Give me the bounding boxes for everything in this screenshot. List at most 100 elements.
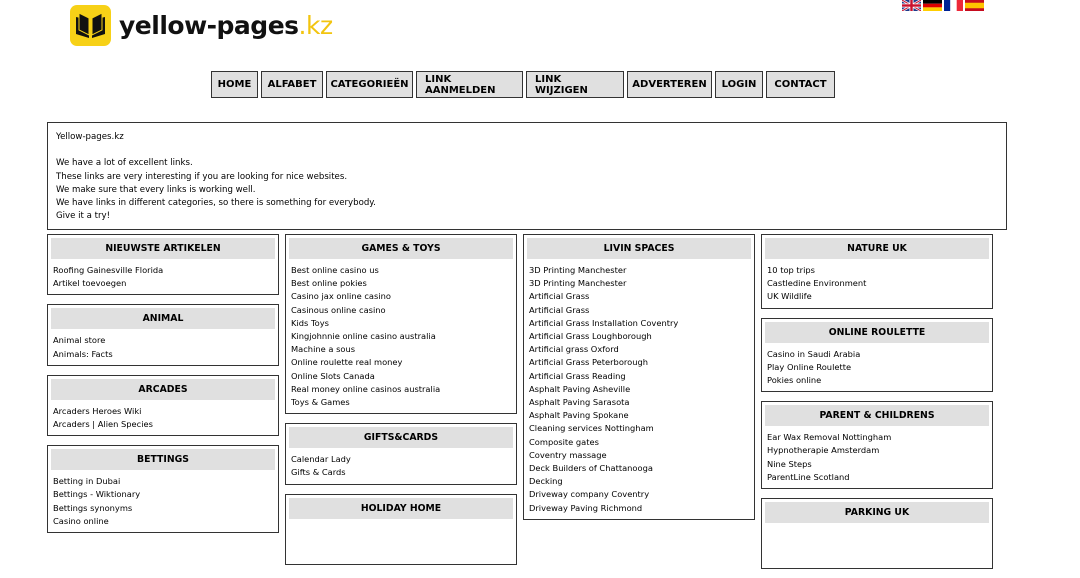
category-link[interactable]: Bettings - Wiktionary (53, 488, 275, 501)
category-link[interactable]: Arcaders Heroes Wiki (53, 405, 275, 418)
category-link[interactable]: Bettings synonyms (53, 502, 275, 515)
category-links: Best online casino us Best online pokies C… (289, 264, 513, 409)
category-box: ARCADES Arcaders Heroes Wiki Arcaders | Al… (47, 374, 279, 437)
category-link[interactable]: Animal store (53, 334, 275, 347)
category-box: PARKING UK (761, 498, 993, 570)
category-link[interactable]: Composite gates (529, 436, 751, 449)
category-title[interactable]: GAMES & TOYS (289, 238, 513, 259)
category-column-2: GAMES & TOYS Best online casino us Best on… (285, 234, 517, 574)
nav-home[interactable]: HOME (211, 71, 258, 98)
nav-link-wijzigen[interactable]: LINK WIJZIGEN (526, 71, 624, 98)
category-link[interactable]: Artikel toevoegen (53, 277, 275, 290)
intro-line: These links are very interesting if you … (56, 171, 348, 182)
category-link[interactable]: Online Slots Canada (291, 370, 513, 383)
french-flag-icon[interactable] (944, 0, 963, 11)
spanish-flag-icon[interactable] (965, 0, 984, 11)
category-link[interactable]: Roofing Gainesville Florida (53, 264, 275, 277)
category-link[interactable]: Real money online casinos australia (291, 383, 513, 396)
category-links: Calendar Lady Gifts & Cards (289, 453, 513, 479)
category-link[interactable]: Kingjohnnie online casino australia (291, 330, 513, 343)
category-link[interactable]: Cleaning services Nottingham (529, 422, 751, 435)
category-link[interactable]: Hypnotherapie Amsterdam (767, 444, 989, 457)
category-link[interactable]: Pokies online (767, 374, 989, 387)
category-link[interactable]: Toys & Games (291, 396, 513, 409)
category-link[interactable]: Artificial Grass (529, 304, 751, 317)
intro-title: Yellow-pages.kz (56, 132, 124, 142)
nav-contact[interactable]: CONTACT (766, 71, 835, 98)
category-links: 10 top trips Castledine Environment UK Wil… (765, 264, 989, 304)
category-links: Roofing Gainesville Florida Artikel toevo… (51, 264, 275, 290)
intro-box: Yellow-pages.kz We have a lot of excelle… (47, 122, 1007, 230)
category-link[interactable]: Calendar Lady (291, 453, 513, 466)
category-title[interactable]: HOLIDAY HOME (289, 497, 513, 519)
category-link[interactable]: Best online pokies (291, 277, 513, 290)
category-box: HOLIDAY HOME (285, 493, 517, 565)
category-title[interactable]: GIFTS&CARDS (289, 427, 513, 449)
nav-adverteren[interactable]: ADVERTEREN (627, 71, 712, 98)
category-link[interactable]: ParentLine Scotland (767, 471, 989, 484)
category-link[interactable]: Driveway Paving Richmond (529, 502, 751, 515)
category-link[interactable]: Animals: Facts (53, 348, 275, 361)
category-link[interactable]: Online roulette real money (291, 356, 513, 369)
category-link[interactable]: Gifts & Cards (291, 466, 513, 479)
category-link[interactable]: Kids Toys (291, 317, 513, 330)
category-link[interactable]: Artificial Grass Loughborough (529, 330, 751, 343)
category-links: Betting in Dubai Bettings - Wiktionary Bet… (51, 475, 275, 528)
category-link[interactable]: Asphalt Paving Spokane (529, 409, 751, 422)
category-link[interactable]: Driveway company Coventry (529, 488, 751, 501)
category-link[interactable]: Decking (529, 475, 751, 488)
category-links: Casino in Saudi Arabia Play Online Roulet… (765, 348, 989, 388)
category-link[interactable]: Asphalt Paving Sarasota (529, 396, 751, 409)
category-link[interactable]: Artificial Grass Installation Coventry (529, 317, 751, 330)
category-link[interactable]: Ear Wax Removal Nottingham (767, 431, 989, 444)
category-box: GAMES & TOYS Best online casino us Best on… (285, 234, 517, 415)
category-links: 3D Printing Manchester 3D Printing Manche… (527, 264, 751, 515)
category-title[interactable]: PARKING UK (765, 502, 989, 524)
category-link[interactable]: Artificial Grass Peterborough (529, 356, 751, 369)
english-flag-icon[interactable] (902, 0, 921, 11)
nav-categorieen[interactable]: CATEGORIEËN (326, 71, 413, 98)
category-link[interactable]: Artificial Grass Reading (529, 370, 751, 383)
category-link[interactable]: Best online casino us (291, 264, 513, 277)
category-link[interactable]: Castledine Environment (767, 277, 989, 290)
category-link[interactable]: Nine Steps (767, 458, 989, 471)
category-link[interactable]: Machine a sous (291, 343, 513, 356)
german-flag-icon[interactable] (923, 0, 942, 11)
nav-link-aanmelden[interactable]: LINK AANMELDEN (416, 71, 523, 98)
category-title[interactable]: ARCADES (51, 378, 275, 400)
category-links: Ear Wax Removal Nottingham Hypnotherapie … (765, 431, 989, 484)
category-title[interactable]: ONLINE ROULETTE (765, 321, 989, 343)
category-link[interactable]: Betting in Dubai (53, 475, 275, 488)
category-link[interactable]: Artificial Grass (529, 290, 751, 303)
nav-alfabet[interactable]: ALFABET (261, 71, 323, 98)
category-link[interactable]: 10 top trips (767, 264, 989, 277)
site-logo[interactable]: yellow-pages.kz (70, 5, 333, 46)
category-title[interactable]: PARENT & CHILDRENS (765, 405, 989, 427)
intro-line: We have a lot of excellent links. (56, 158, 193, 169)
category-title[interactable]: LIVIN SPACES (527, 238, 751, 259)
category-link[interactable]: Casino online (53, 515, 275, 528)
category-box: ONLINE ROULETTE Casino in Saudi Arabia Pla… (761, 317, 993, 393)
category-link[interactable]: Artificial grass Oxford (529, 343, 751, 356)
category-title[interactable]: ANIMAL (51, 308, 275, 330)
book-icon (70, 5, 111, 46)
category-title[interactable]: BETTINGS (51, 449, 275, 471)
category-title[interactable]: NIEUWSTE ARTIKELEN (51, 238, 275, 259)
category-links: Animal store Animals: Facts (51, 334, 275, 360)
category-link[interactable]: Arcaders | Alien Species (53, 418, 275, 431)
category-link[interactable]: Casino jax online casino (291, 290, 513, 303)
category-links: Arcaders Heroes Wiki Arcaders | Alien Spe… (51, 405, 275, 431)
category-link[interactable]: UK Wildlife (767, 290, 989, 303)
category-title[interactable]: NATURE UK (765, 238, 989, 259)
logo-text: yellow-pages.kz (119, 11, 333, 40)
nav-login[interactable]: LOGIN (715, 71, 763, 98)
category-link[interactable]: Casino in Saudi Arabia (767, 348, 989, 361)
category-link[interactable]: Coventry massage (529, 449, 751, 462)
category-link[interactable]: Deck Builders of Chattanooga (529, 462, 751, 475)
category-box: NIEUWSTE ARTIKELEN Roofing Gainesville Fl… (47, 234, 279, 296)
category-link[interactable]: Asphalt Paving Asheville (529, 383, 751, 396)
category-link[interactable]: Casinous online casino (291, 304, 513, 317)
category-link[interactable]: Play Online Roulette (767, 361, 989, 374)
category-link[interactable]: 3D Printing Manchester (529, 277, 751, 290)
category-link[interactable]: 3D Printing Manchester (529, 264, 751, 277)
